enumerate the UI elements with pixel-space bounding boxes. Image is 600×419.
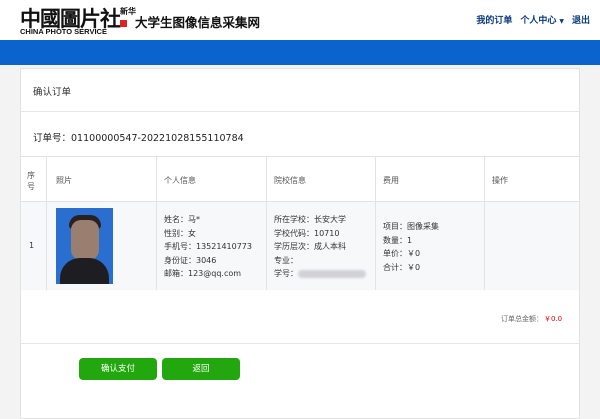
nav-personal-center-label: 个人中心 bbox=[520, 16, 557, 26]
nav-personal-center-menu[interactable]: 个人中心 ▼ bbox=[520, 13, 564, 26]
column-divider bbox=[484, 157, 485, 290]
order-table: 序号 照片 个人信息 院校信息 费用 操作 1 姓名：马* 性别：女 手机号：1… bbox=[21, 156, 579, 290]
photo-face-shape bbox=[71, 220, 99, 260]
redacted-value bbox=[298, 269, 366, 278]
site-title: 大学生图像信息采集网 bbox=[135, 15, 261, 30]
col-header-personal: 个人信息 bbox=[164, 176, 196, 185]
personal-email: 邮箱：123@qq.com bbox=[164, 269, 242, 278]
col-header-school: 院校信息 bbox=[274, 176, 306, 185]
fee-info: 项目：图像采集 数量：1 单价：￥0 合计：￥0 bbox=[383, 220, 439, 274]
fee-item: 项目：图像采集 bbox=[383, 222, 439, 231]
personal-info: 姓名：马* 性别：女 手机号：13521410773 身份证：3046 邮箱：1… bbox=[164, 213, 252, 281]
fee-unit-price: 单价：￥0 bbox=[383, 249, 421, 258]
confirm-pay-button[interactable]: 确认支付 bbox=[79, 358, 157, 380]
row-index: 1 bbox=[29, 241, 35, 250]
personal-id-card: 身份证：3046 bbox=[164, 255, 217, 265]
section-title: 确认订单 bbox=[33, 87, 72, 98]
school-student-id: 学号： bbox=[274, 267, 366, 281]
personal-name: 姓名：马* bbox=[164, 215, 200, 224]
col-header-photo: 照片 bbox=[56, 176, 72, 185]
personal-gender: 性别：女 bbox=[164, 228, 196, 238]
logo-english-text: CHINA PHOTO SERVICE bbox=[20, 27, 107, 36]
school-major: 专业： bbox=[274, 255, 298, 265]
order-number-value: 01100000547-20221028155110784 bbox=[71, 133, 244, 144]
site-header: 中國圖片社 新华 CHINA PHOTO SERVICE 大学生图像信息采集网 … bbox=[0, 0, 600, 40]
fee-total: 合计：￥0 bbox=[383, 262, 421, 272]
col-header-fee: 费用 bbox=[383, 176, 399, 185]
school-level: 学历层次：成人本科 bbox=[274, 242, 346, 251]
logo-seal-text: 新华 bbox=[120, 7, 136, 16]
student-photo bbox=[56, 208, 113, 284]
divider bbox=[21, 111, 579, 112]
nav-logout-link[interactable]: 退出 bbox=[572, 13, 590, 26]
column-divider bbox=[266, 157, 267, 290]
table-header: 序号 照片 个人信息 院校信息 费用 操作 bbox=[21, 157, 579, 202]
chevron-down-icon: ▼ bbox=[559, 18, 564, 25]
school-code: 学校代码：10710 bbox=[274, 228, 340, 238]
fee-quantity: 数量：1 bbox=[383, 235, 413, 245]
top-nav: 我的订单 个人中心 ▼ 退出 bbox=[476, 13, 590, 26]
order-confirm-panel: 确认订单 订单号：01100000547-20221028155110784 序… bbox=[20, 68, 580, 419]
nav-my-orders-link[interactable]: 我的订单 bbox=[476, 13, 512, 26]
order-total-value: ￥0.0 bbox=[544, 315, 563, 323]
column-divider bbox=[375, 157, 376, 290]
personal-phone: 手机号：13521410773 bbox=[164, 242, 252, 251]
school-info: 所在学校：长安大学 学校代码：10710 学历层次：成人本科 专业： 学号： bbox=[274, 213, 366, 281]
nav-bar bbox=[0, 40, 600, 65]
school-name: 所在学校：长安大学 bbox=[274, 215, 346, 224]
col-header-index: 序号 bbox=[27, 171, 35, 191]
column-divider bbox=[46, 157, 47, 290]
back-button[interactable]: 返回 bbox=[162, 358, 240, 380]
order-number-label: 订单号： bbox=[33, 133, 72, 144]
order-number: 订单号：01100000547-20221028155110784 bbox=[33, 130, 244, 144]
col-header-action: 操作 bbox=[492, 176, 508, 185]
column-divider bbox=[156, 157, 157, 290]
order-total-label: 订单总金额： bbox=[501, 315, 543, 323]
photo-body-shape bbox=[60, 258, 109, 284]
divider bbox=[21, 343, 579, 344]
logo-stamp-icon bbox=[120, 20, 127, 27]
school-student-id-label: 学号： bbox=[274, 269, 298, 278]
